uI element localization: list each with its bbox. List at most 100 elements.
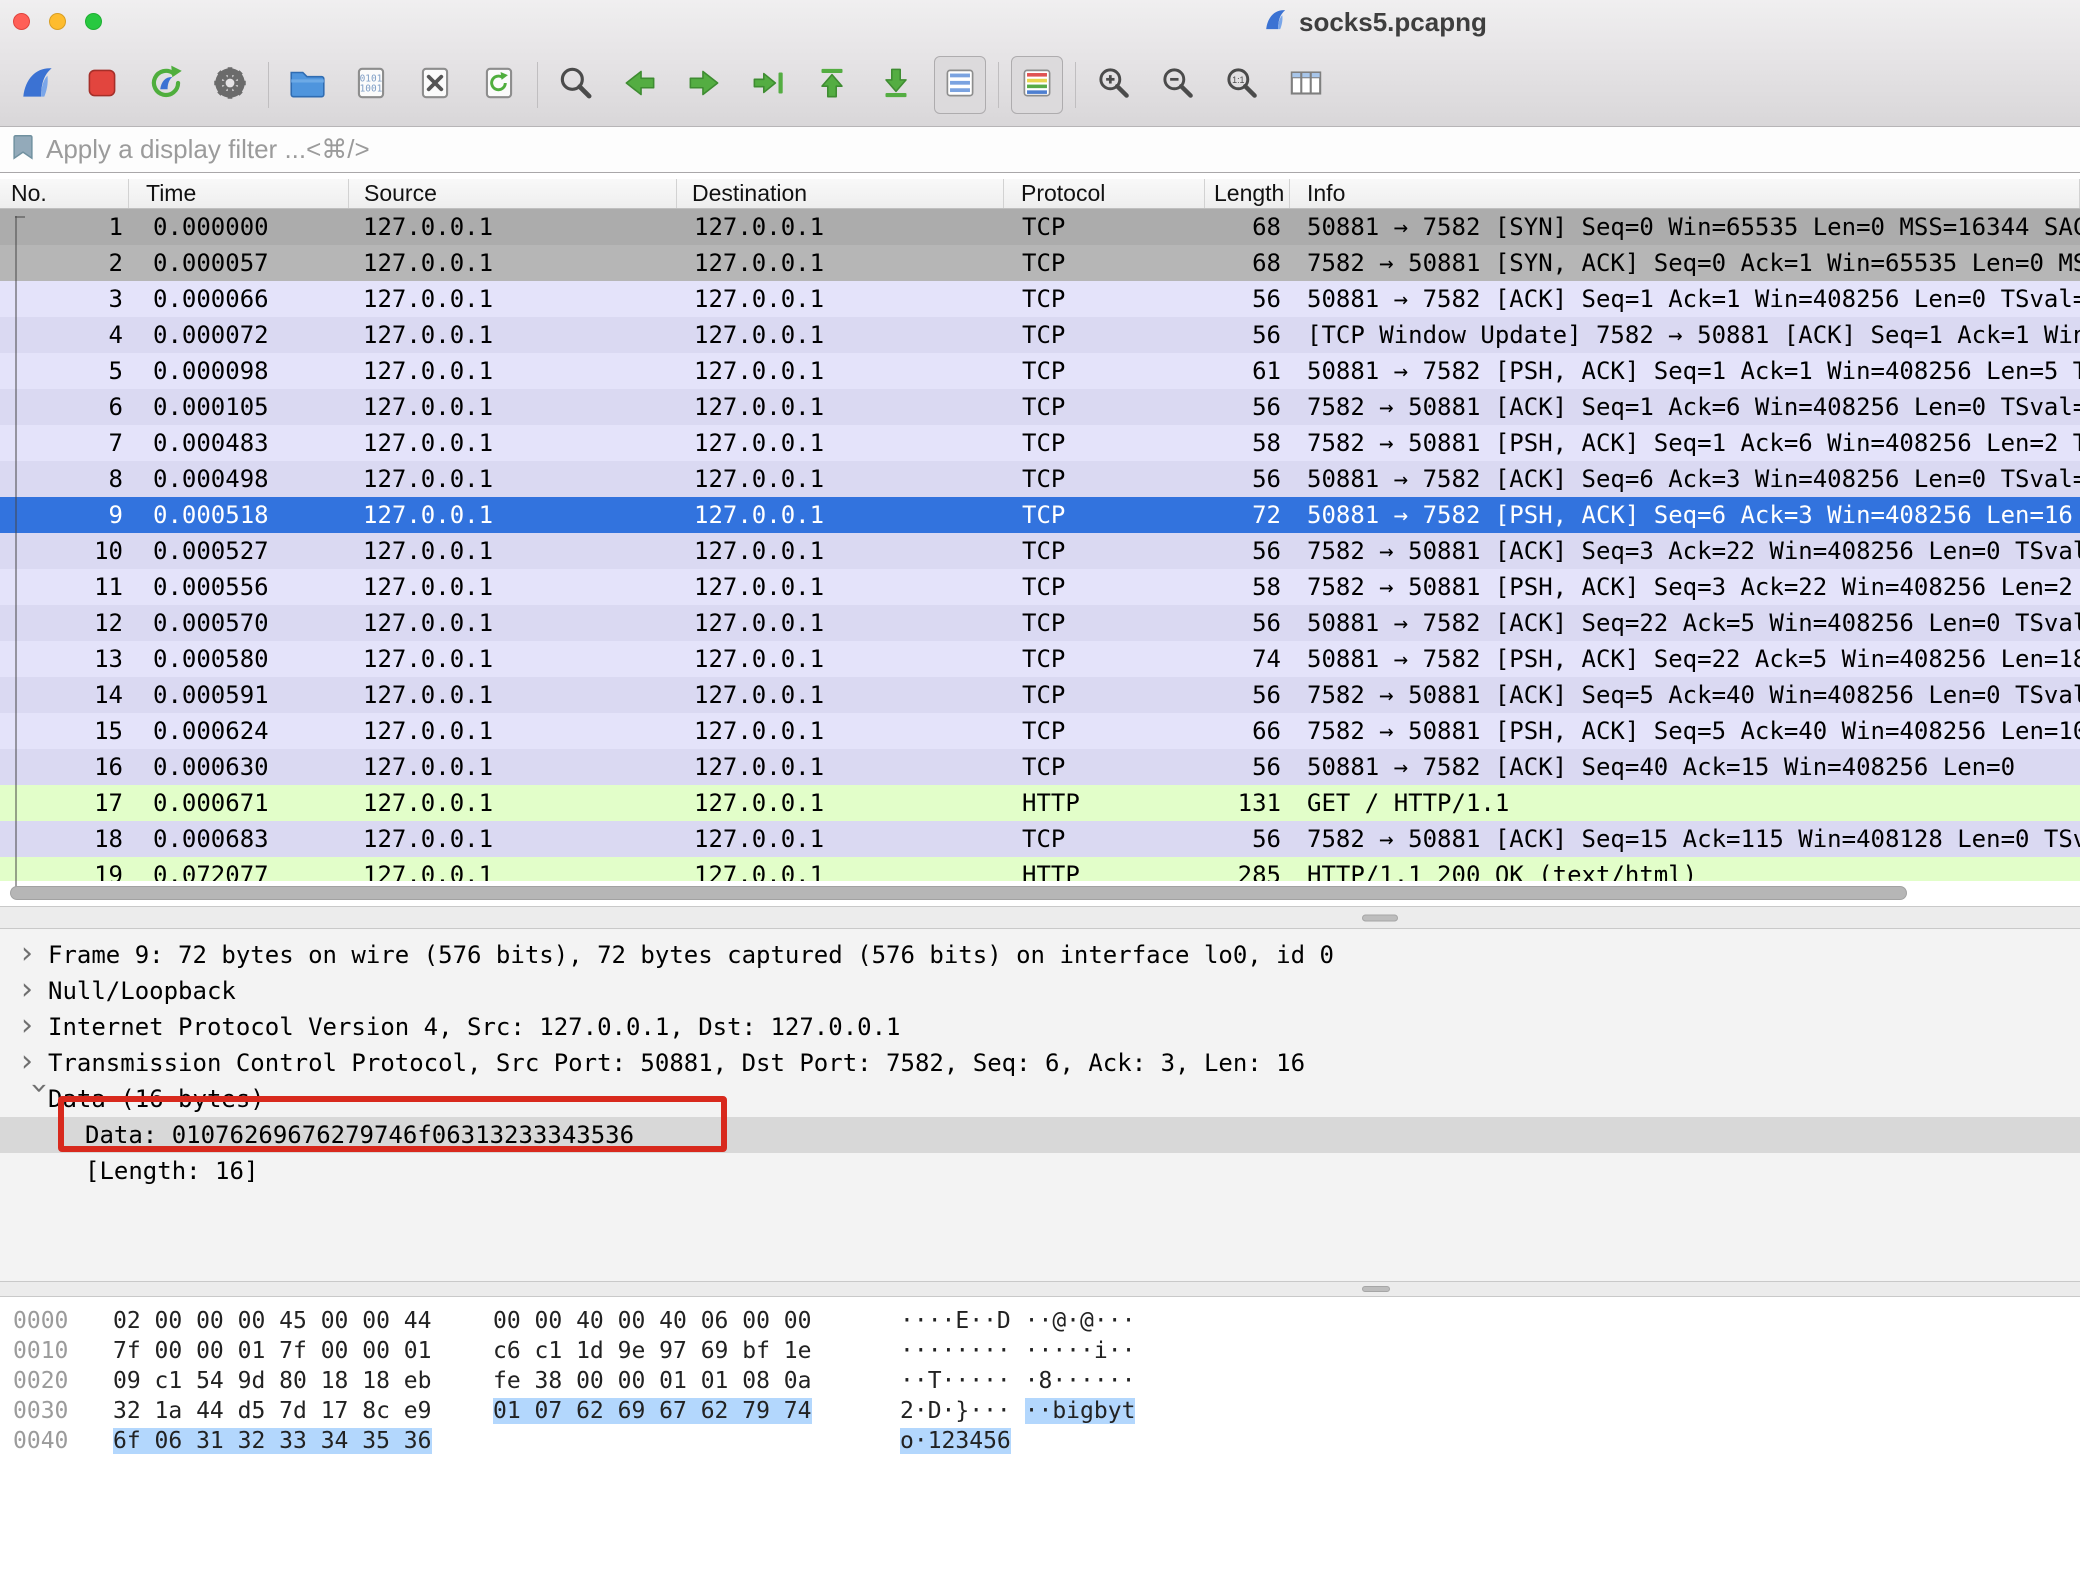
splitter-handle[interactable]	[1362, 1286, 1390, 1292]
chevron-right-icon[interactable]: ›	[12, 973, 42, 1009]
detail-data-length[interactable]: [Length: 16]	[0, 1153, 2080, 1189]
horizontal-scrollbar[interactable]	[10, 886, 1907, 900]
chevron-right-icon[interactable]: ›	[12, 1009, 42, 1045]
cell-time: 0.000105	[129, 389, 349, 425]
column-header-length[interactable]: Length	[1205, 179, 1290, 208]
packet-row-16[interactable]: 160.000630127.0.0.1127.0.0.1TCP5650881 →…	[0, 749, 2080, 785]
go-forward-button[interactable]	[678, 56, 730, 114]
cell-length: 131	[1205, 785, 1290, 821]
toolbar-separator	[268, 62, 269, 108]
zoom-in-icon	[1093, 62, 1135, 109]
hex-row-0020[interactable]: 002009 c1 54 9d 80 18 18 ebfe 38 00 00 0…	[13, 1366, 2080, 1396]
cell-source: 127.0.0.1	[349, 857, 677, 881]
cell-time: 0.000570	[129, 605, 349, 641]
minimize-window-button[interactable]	[49, 13, 66, 30]
column-header-time[interactable]: Time	[129, 179, 349, 208]
packet-row-8[interactable]: 80.000498127.0.0.1127.0.0.1TCP5650881 → …	[0, 461, 2080, 497]
column-header-info[interactable]: Info	[1290, 179, 2080, 208]
detail-data-value[interactable]: Data: 01076269676279746f06313233343536	[0, 1117, 2080, 1153]
packet-row-6[interactable]: 60.000105127.0.0.1127.0.0.1TCP567582 → 5…	[0, 389, 2080, 425]
open-file-button[interactable]	[281, 56, 333, 114]
packet-row-12[interactable]: 120.000570127.0.0.1127.0.0.1TCP5650881 →…	[0, 605, 2080, 641]
detail-frame[interactable]: ›Frame 9: 72 bytes on wire (576 bits), 7…	[0, 937, 2080, 973]
packet-row-7[interactable]: 70.000483127.0.0.1127.0.0.1TCP587582 → 5…	[0, 425, 2080, 461]
display-filter-input[interactable]	[46, 130, 2080, 170]
close-window-button[interactable]	[13, 13, 30, 30]
packet-row-10[interactable]: 100.000527127.0.0.1127.0.0.1TCP567582 → …	[0, 533, 2080, 569]
packet-row-15[interactable]: 150.000624127.0.0.1127.0.0.1TCP667582 → …	[0, 713, 2080, 749]
column-header-no[interactable]: No.	[0, 179, 129, 208]
zoom-100-button[interactable]: 1:1	[1216, 56, 1268, 114]
cell-info: 50881 → 7582 [ACK] Seq=40 Ack=15 Win=408…	[1290, 749, 2080, 785]
cell-protocol: TCP	[1004, 569, 1205, 605]
cell-source: 127.0.0.1	[349, 677, 677, 713]
packet-row-14[interactable]: 140.000591127.0.0.1127.0.0.1TCP567582 → …	[0, 677, 2080, 713]
resize-columns-button[interactable]	[1280, 56, 1332, 114]
zoom-in-button[interactable]	[1088, 56, 1140, 114]
resize-columns-icon	[1285, 62, 1327, 109]
chevron-right-icon[interactable]: ›	[12, 937, 42, 973]
cell-info: 50881 → 7582 [SYN] Seq=0 Win=65535 Len=0…	[1290, 209, 2080, 245]
auto-scroll-button[interactable]	[934, 56, 986, 114]
packet-row-2[interactable]: 20.000057127.0.0.1127.0.0.1TCP687582 → 5…	[0, 245, 2080, 281]
cell-destination: 127.0.0.1	[677, 353, 1004, 389]
cell-protocol: TCP	[1004, 605, 1205, 641]
packet-row-18[interactable]: 180.000683127.0.0.1127.0.0.1TCP567582 → …	[0, 821, 2080, 857]
cell-info: 7582 → 50881 [SYN, ACK] Seq=0 Ack=1 Win=…	[1290, 245, 2080, 281]
capture-stop-button[interactable]	[76, 56, 128, 114]
cell-protocol: TCP	[1004, 821, 1205, 857]
packet-list-header: No. Time Source Destination Protocol Len…	[0, 179, 2080, 209]
zoom-window-button[interactable]	[85, 13, 102, 30]
packet-row-3[interactable]: 30.000066127.0.0.1127.0.0.1TCP5650881 → …	[0, 281, 2080, 317]
save-file-button[interactable]: 01011001	[345, 56, 397, 114]
capture-restart-button[interactable]	[140, 56, 192, 114]
column-header-destination[interactable]: Destination	[677, 179, 1004, 208]
cell-destination: 127.0.0.1	[677, 749, 1004, 785]
zoom-out-button[interactable]	[1152, 56, 1204, 114]
detail-data-node[interactable]: ›Data (16 bytes)	[0, 1081, 2080, 1117]
capture-options-icon	[209, 62, 251, 109]
hex-offset: 0040	[13, 1426, 113, 1456]
hex-ascii: ··T····· ·8······	[900, 1366, 1135, 1396]
pane-splitter-bottom[interactable]	[0, 1281, 2080, 1297]
packet-row-19[interactable]: 190.072077127.0.0.1127.0.0.1HTTP285HTTP/…	[0, 857, 2080, 881]
detail-null-loopback[interactable]: ›Null/Loopback	[0, 973, 2080, 1009]
cell-destination: 127.0.0.1	[677, 425, 1004, 461]
cell-time: 0.000498	[129, 461, 349, 497]
packet-row-1[interactable]: 10.000000127.0.0.1127.0.0.1TCP6850881 → …	[0, 209, 2080, 245]
cell-destination: 127.0.0.1	[677, 281, 1004, 317]
chevron-down-icon[interactable]: ›	[20, 1073, 56, 1103]
hex-row-0030[interactable]: 003032 1a 44 d5 7d 17 8c e901 07 62 69 6…	[13, 1396, 2080, 1426]
capture-stop-icon	[81, 62, 123, 109]
cell-length: 68	[1205, 245, 1290, 281]
hex-row-0010[interactable]: 00107f 00 00 01 7f 00 00 01c6 c1 1d 9e 9…	[13, 1336, 2080, 1366]
go-last-button[interactable]	[870, 56, 922, 114]
capture-options-button[interactable]	[204, 56, 256, 114]
hex-row-0000[interactable]: 000002 00 00 00 45 00 00 4400 00 40 00 4…	[13, 1306, 2080, 1336]
pane-splitter-top[interactable]	[0, 906, 2080, 929]
hex-row-0040[interactable]: 00406f 06 31 32 33 34 35 36o·123456	[13, 1426, 2080, 1456]
colorize-button[interactable]	[1011, 56, 1063, 114]
go-to-packet-button[interactable]	[742, 56, 794, 114]
packet-row-5[interactable]: 50.000098127.0.0.1127.0.0.1TCP6150881 → …	[0, 353, 2080, 389]
detail-tcp[interactable]: ›Transmission Control Protocol, Src Port…	[0, 1045, 2080, 1081]
splitter-handle[interactable]	[1362, 914, 1398, 921]
packet-row-11[interactable]: 110.000556127.0.0.1127.0.0.1TCP587582 → …	[0, 569, 2080, 605]
go-back-button[interactable]	[614, 56, 666, 114]
find-packet-button[interactable]	[550, 56, 602, 114]
column-header-protocol[interactable]: Protocol	[1004, 179, 1205, 208]
close-file-button[interactable]	[409, 56, 461, 114]
capture-start-button[interactable]	[12, 56, 64, 114]
reload-file-icon	[478, 62, 520, 109]
detail-ip[interactable]: ›Internet Protocol Version 4, Src: 127.0…	[0, 1009, 2080, 1045]
packet-row-4[interactable]: 40.000072127.0.0.1127.0.0.1TCP56[TCP Win…	[0, 317, 2080, 353]
go-first-button[interactable]	[806, 56, 858, 114]
column-header-source[interactable]: Source	[349, 179, 677, 208]
hex-offset: 0030	[13, 1396, 113, 1426]
packet-row-9[interactable]: 90.000518127.0.0.1127.0.0.1TCP7250881 → …	[0, 497, 2080, 533]
capture-restart-icon	[145, 62, 187, 109]
packet-row-17[interactable]: 170.000671127.0.0.1127.0.0.1HTTP131GET /…	[0, 785, 2080, 821]
packet-row-13[interactable]: 130.000580127.0.0.1127.0.0.1TCP7450881 →…	[0, 641, 2080, 677]
filter-bookmark-icon[interactable]	[8, 132, 38, 167]
reload-file-button[interactable]	[473, 56, 525, 114]
